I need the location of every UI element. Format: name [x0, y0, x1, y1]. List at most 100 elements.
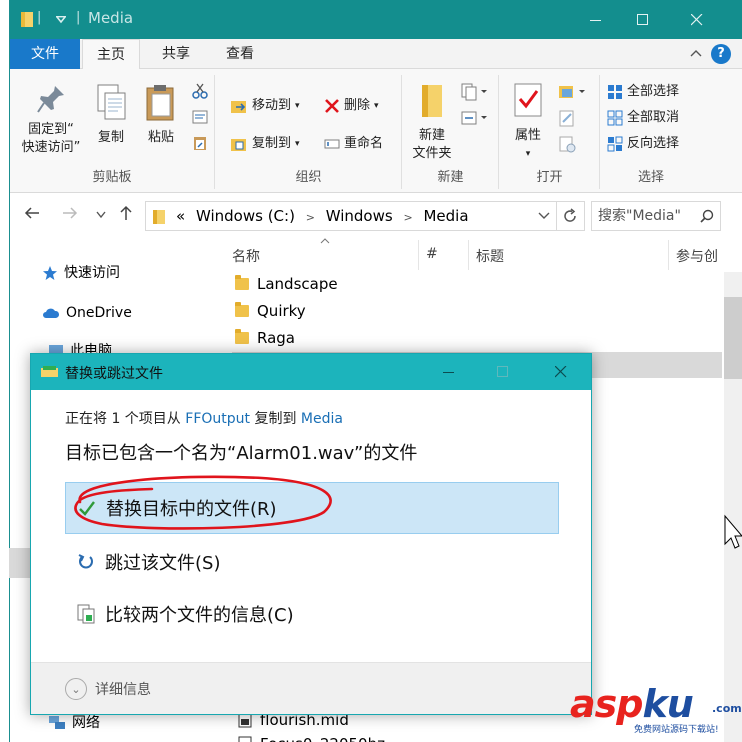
invert-selection-icon	[607, 136, 623, 152]
dialog-close-button[interactable]	[533, 354, 589, 390]
breadcrumb-windows-c[interactable]: Windows (C:)	[196, 207, 295, 225]
column-name[interactable]: 名称	[232, 246, 260, 266]
nav-quick-access[interactable]: 快速访问	[42, 262, 120, 284]
quick-access-dropdown-icon[interactable]	[56, 16, 66, 24]
new-item-icon[interactable]	[461, 83, 489, 101]
chevron-down-icon: ▾	[374, 101, 379, 111]
search-input[interactable]: 搜索"Media"	[591, 201, 721, 231]
open-icon[interactable]	[558, 83, 588, 101]
watermark-brand: aspku	[570, 682, 694, 726]
history-icon[interactable]	[558, 135, 578, 153]
select-none-button[interactable]: 全部取消	[607, 107, 679, 129]
forward-arrow-icon[interactable]	[62, 205, 78, 221]
column-headers: 名称 # 标题 参与创	[228, 238, 742, 272]
copy-to-button[interactable]: 复制到 ▾	[230, 133, 300, 155]
delete-icon	[325, 99, 339, 113]
pin-quick-access-button[interactable]: 固定到“ 快速访问”	[16, 83, 86, 157]
source-folder-link[interactable]: FFOutput	[185, 411, 250, 427]
select-all-icon	[608, 85, 622, 99]
paste-icon	[146, 85, 174, 121]
help-button[interactable]: ?	[711, 44, 731, 64]
column-number[interactable]: #	[426, 246, 438, 262]
invert-selection-button[interactable]: 反向选择	[607, 133, 679, 155]
mouse-cursor-icon	[724, 514, 742, 549]
details-toggle[interactable]: ⌄ 详细信息	[65, 678, 151, 700]
skip-file-option[interactable]: 跳过该文件(S)	[65, 536, 559, 588]
delete-button[interactable]: 删除 ▾	[324, 95, 379, 117]
network-icon	[49, 716, 65, 729]
tab-share[interactable]: 共享	[148, 39, 204, 69]
divider	[556, 202, 557, 230]
folder-icon	[21, 12, 33, 27]
paste-button[interactable]: 粘贴	[138, 83, 184, 147]
new-group-label: 新建	[437, 170, 464, 185]
new-folder-button[interactable]: 新建 文件夹	[407, 81, 457, 163]
scrollbar-thumb[interactable]	[724, 297, 742, 379]
list-item[interactable]: Landscape	[235, 273, 338, 295]
column-title[interactable]: 标题	[476, 246, 504, 266]
sort-up-icon	[320, 238, 330, 244]
new-folder-icon	[422, 85, 442, 117]
dialog-maximize-button[interactable]	[475, 354, 531, 390]
chevron-right-icon[interactable]: >	[403, 211, 412, 224]
tab-file[interactable]: 文件	[10, 39, 80, 69]
conflict-message: 目标已包含一个名为“Alarm01.wav”的文件	[65, 443, 418, 464]
nav-onedrive[interactable]: OneDrive	[42, 302, 132, 324]
breadcrumb-media[interactable]: Media	[423, 207, 468, 225]
address-path[interactable]: « Windows (C:) > Windows > Media	[145, 201, 585, 231]
cloud-icon	[43, 308, 60, 318]
copy-button[interactable]: 复制	[90, 83, 132, 147]
chevron-right-icon[interactable]: >	[306, 211, 315, 224]
refresh-icon[interactable]	[562, 208, 578, 224]
divider	[468, 240, 469, 270]
column-contributing-artist[interactable]: 参与创	[676, 246, 718, 266]
close-icon	[691, 13, 703, 25]
close-icon	[555, 366, 567, 378]
edit-icon[interactable]	[558, 109, 578, 127]
recent-locations-icon[interactable]	[96, 211, 106, 219]
up-arrow-icon[interactable]	[118, 205, 134, 221]
breadcrumb-windows[interactable]: Windows	[326, 207, 393, 225]
watermark-domain: .com	[712, 702, 742, 715]
title-bar[interactable]: | | Media	[10, 0, 742, 39]
path-overflow[interactable]: «	[176, 207, 185, 225]
minimize-button[interactable]	[573, 0, 619, 39]
maximize-button[interactable]	[620, 0, 666, 39]
maximize-icon	[497, 366, 508, 377]
address-dropdown-icon[interactable]	[538, 212, 550, 220]
list-item[interactable]: Raga	[235, 327, 295, 349]
cut-icon[interactable]	[192, 83, 208, 99]
divider: |	[76, 10, 81, 25]
paste-shortcut-icon[interactable]	[192, 135, 208, 151]
select-group-label: 选择	[637, 170, 664, 185]
audio-file-icon	[238, 736, 252, 742]
compare-files-option[interactable]: 比较两个文件的信息(C)	[65, 588, 559, 640]
divider: |	[37, 10, 42, 25]
replace-file-option[interactable]: 替换目标中的文件(R)	[65, 482, 559, 534]
close-button[interactable]	[674, 0, 720, 39]
nav-network[interactable]: 网络	[48, 712, 100, 734]
rename-icon	[324, 139, 340, 149]
rename-button[interactable]: 重命名	[324, 133, 383, 155]
skip-arrow-icon	[78, 554, 93, 569]
tab-view[interactable]: 查看	[212, 39, 268, 69]
list-item[interactable]: Focus0_22050hz	[238, 733, 385, 742]
destination-folder-link[interactable]: Media	[301, 411, 343, 427]
divider	[418, 240, 419, 270]
select-none-icon	[607, 110, 623, 126]
copy-to-icon	[231, 139, 246, 151]
tab-home[interactable]: 主页	[82, 39, 140, 70]
collapse-ribbon-icon[interactable]	[690, 49, 702, 57]
star-icon	[43, 266, 57, 280]
dialog-minimize-button[interactable]	[421, 354, 477, 390]
select-all-button[interactable]: 全部选择	[607, 81, 679, 103]
easy-access-icon[interactable]	[461, 109, 489, 127]
copy-icon	[97, 84, 126, 120]
back-arrow-icon[interactable]	[24, 205, 40, 221]
list-item[interactable]: Quirky	[235, 300, 306, 322]
move-to-button[interactable]: 移动到 ▾	[230, 95, 300, 117]
properties-button[interactable]: 属性 ▾	[508, 81, 548, 163]
copy-progress-icon	[41, 366, 58, 377]
copy-path-icon[interactable]	[192, 109, 208, 125]
dialog-title-bar[interactable]: 替换或跳过文件	[31, 354, 591, 390]
